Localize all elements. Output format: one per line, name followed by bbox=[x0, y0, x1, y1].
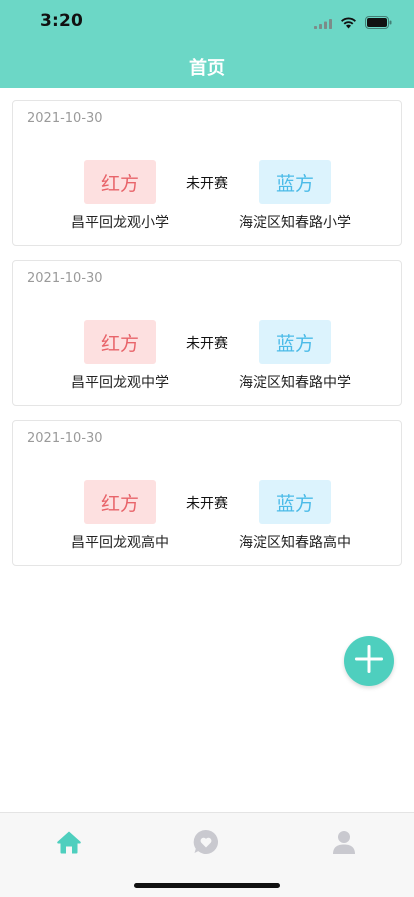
blue-team-school: 海淀区知春路中学 bbox=[239, 375, 351, 391]
match-status: 未开赛 bbox=[186, 176, 228, 192]
home-indicator bbox=[134, 883, 280, 888]
match-card[interactable]: 2021-10-30 红方 未开赛 蓝方 昌平回龙观高中 海淀区知春路高中 bbox=[12, 420, 402, 566]
plus-icon bbox=[354, 644, 384, 678]
status-icons bbox=[314, 14, 392, 33]
red-team-badge: 红方 bbox=[84, 160, 156, 204]
tab-home[interactable] bbox=[54, 829, 84, 859]
chat-icon bbox=[192, 828, 220, 860]
tab-profile[interactable] bbox=[329, 829, 359, 859]
red-team-badge: 红方 bbox=[84, 480, 156, 524]
blue-team-school: 海淀区知春路高中 bbox=[239, 535, 351, 551]
status-time: 3:20 bbox=[40, 11, 84, 31]
signal-icon bbox=[314, 14, 332, 33]
red-team-school: 昌平回龙观中学 bbox=[71, 375, 169, 391]
blue-team-school: 海淀区知春路小学 bbox=[239, 215, 351, 231]
red-team-badge: 红方 bbox=[84, 320, 156, 364]
add-match-button[interactable] bbox=[344, 636, 394, 686]
match-list: 2021-10-30 红方 未开赛 蓝方 昌平回龙观小学 海淀区知春路小学 20… bbox=[12, 100, 402, 580]
red-team-school: 昌平回龙观高中 bbox=[71, 535, 169, 551]
blue-team-badge: 蓝方 bbox=[259, 320, 331, 364]
match-card[interactable]: 2021-10-30 红方 未开赛 蓝方 昌平回龙观小学 海淀区知春路小学 bbox=[12, 100, 402, 246]
match-status: 未开赛 bbox=[186, 496, 228, 512]
tab-messages[interactable] bbox=[191, 829, 221, 859]
top-header: 3:20 首页 bbox=[0, 0, 414, 88]
user-icon bbox=[331, 829, 357, 859]
page-title: 首页 bbox=[189, 58, 225, 79]
home-icon bbox=[56, 830, 82, 858]
wifi-icon bbox=[340, 14, 357, 33]
match-status: 未开赛 bbox=[186, 336, 228, 352]
match-card[interactable]: 2021-10-30 红方 未开赛 蓝方 昌平回龙观中学 海淀区知春路中学 bbox=[12, 260, 402, 406]
blue-team-badge: 蓝方 bbox=[259, 480, 331, 524]
match-date: 2021-10-30 bbox=[27, 431, 103, 446]
match-date: 2021-10-30 bbox=[27, 271, 103, 286]
blue-team-badge: 蓝方 bbox=[259, 160, 331, 204]
red-team-school: 昌平回龙观小学 bbox=[71, 215, 169, 231]
battery-icon bbox=[365, 14, 392, 33]
match-date: 2021-10-30 bbox=[27, 111, 103, 126]
